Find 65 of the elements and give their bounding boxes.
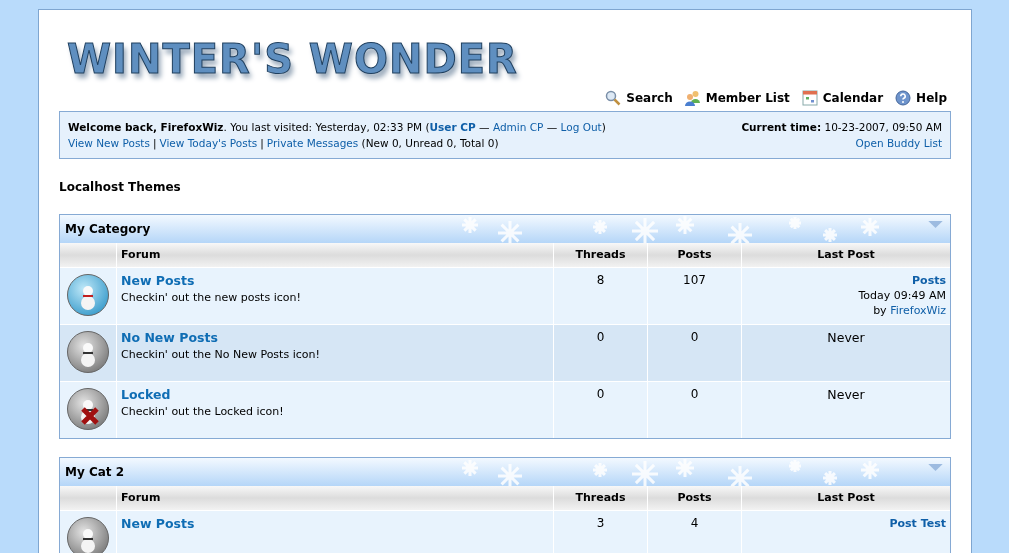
forum-description: Checkin' out the new posts icon! (121, 291, 302, 304)
message-counts: (New 0, Unread 0, Total 0) (361, 137, 499, 149)
column-header: Forum (117, 486, 553, 510)
help-icon (895, 90, 912, 106)
forum-description: Checkin' out the Locked icon! (121, 405, 285, 418)
last-post-link[interactable]: Post Test (889, 517, 946, 530)
separator: — (478, 121, 491, 133)
forum-link[interactable]: Locked (121, 387, 171, 402)
username-link[interactable]: FirefoxWiz (890, 304, 946, 317)
column-header: Threads (554, 243, 647, 267)
column-header: Posts (648, 243, 741, 267)
snowman-icon (66, 330, 110, 374)
thread-count: 0 (596, 330, 605, 344)
nav-link[interactable]: Search (605, 90, 673, 106)
parenthesis: ) (601, 121, 606, 133)
nav-link[interactable]: Help (895, 90, 947, 106)
people-icon (684, 90, 701, 106)
column-header: Forum (117, 243, 553, 267)
thread-count: 0 (596, 387, 605, 401)
post-count: 4 (690, 516, 699, 530)
snowman-icon (66, 273, 110, 317)
forum-link[interactable]: New Posts (121, 516, 195, 531)
column-header: Last Post (742, 243, 950, 267)
category-name[interactable]: My Category (65, 222, 151, 236)
locked-snowman-icon (66, 387, 110, 431)
category-name[interactable]: My Cat 2 (65, 465, 125, 479)
post-count: 0 (690, 387, 699, 401)
quick-link[interactable]: View Today's Posts (159, 137, 258, 149)
separator: — (545, 121, 559, 133)
buddy-list-link[interactable]: Open Buddy List (855, 137, 942, 149)
thread-count: 3 (596, 516, 605, 530)
forum-link[interactable]: New Posts (121, 273, 195, 288)
time-label: Current time: (741, 121, 822, 133)
never-text: Never (826, 387, 866, 402)
board-title: Localhost Themes (59, 180, 182, 194)
collapse-icon[interactable] (928, 463, 943, 472)
current-time: 10-23-2007, 09:50 AM (824, 121, 942, 133)
collapse-icon[interactable] (928, 220, 943, 229)
last-visit-text: . You last visited: Yesterday, 02:33 PM ( (223, 121, 430, 133)
last-post-time: Today 09:49 AM (857, 288, 946, 303)
quick-link[interactable]: View New Posts (68, 137, 150, 149)
separator: | (152, 137, 157, 149)
column-header: Threads (554, 486, 647, 510)
column-header (60, 243, 116, 267)
calendar-icon (801, 90, 818, 106)
user-cp-link[interactable]: User CP (429, 121, 476, 133)
forum-link[interactable]: No New Posts (121, 330, 218, 345)
nav-link[interactable]: Member List (684, 90, 790, 106)
post-count: 107 (683, 273, 706, 287)
logout-link[interactable]: Log Out (560, 121, 602, 133)
quick-link[interactable]: Private Messages (266, 137, 359, 149)
site-logo[interactable]: WINTER'S WONDER (67, 36, 518, 82)
separator: | (260, 137, 264, 149)
post-count: 0 (690, 330, 699, 344)
column-header (60, 486, 116, 510)
admin-cp-link[interactable]: Admin CP (492, 121, 544, 133)
forum-description: Checkin' out the No New Posts icon! (121, 348, 321, 361)
never-text: Never (826, 330, 866, 345)
nav-link[interactable]: Calendar (801, 90, 884, 106)
column-header: Last Post (742, 486, 950, 510)
search-icon (605, 90, 622, 106)
column-header: Posts (648, 486, 741, 510)
by-label: by (873, 304, 887, 317)
thread-count: 8 (596, 273, 605, 287)
last-post-link[interactable]: Posts (912, 274, 946, 287)
